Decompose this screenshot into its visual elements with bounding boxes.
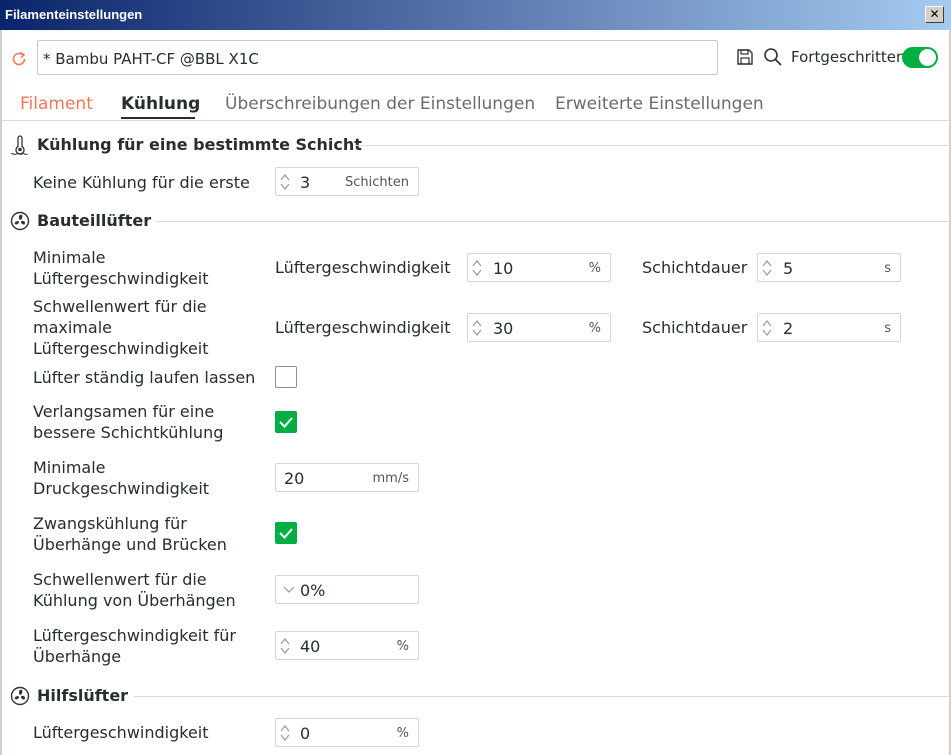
max-fan-layer-time-value: 2	[783, 319, 794, 338]
max-fan-speed-unit: %	[588, 321, 601, 336]
section-title-aux-fan: Hilfslüfter	[37, 686, 129, 705]
overhang-threshold-label: Schwellenwert für die Kühlung von Überhä…	[33, 570, 236, 610]
max-fan-layer-time-label: Schichtdauer	[642, 318, 748, 337]
spin-arrows-icon[interactable]	[761, 318, 773, 338]
max-fan-speed-label: Lüftergeschwindigkeit	[275, 318, 451, 337]
overhang-fan-input[interactable]: 40 %	[275, 631, 419, 660]
toggle-knob	[919, 49, 936, 66]
chevron-down-icon[interactable]	[283, 586, 295, 594]
max-fan-label: Schwellenwert für die maximale Lüfterges…	[33, 297, 209, 358]
aux-fan-label: Lüftergeschwindigkeit	[33, 723, 209, 742]
min-fan-speed-value: 10	[493, 259, 514, 278]
min-fan-layer-time-input[interactable]: 5 s	[757, 253, 901, 282]
min-fan-speed-label: Lüftergeschwindigkeit	[275, 258, 451, 277]
tab-advanced[interactable]: Erweiterte Einstellungen	[555, 94, 764, 114]
refresh-icon[interactable]	[9, 49, 29, 69]
min-speed-label: Minimale Druckgeschwindigkeit	[33, 458, 210, 498]
window-title: Filamenteinstellungen	[5, 7, 143, 22]
overhang-cooling-checkbox[interactable]	[275, 522, 297, 544]
save-icon[interactable]	[736, 48, 754, 66]
spin-arrows-icon[interactable]	[279, 723, 291, 743]
max-fan-speed-value: 30	[493, 319, 514, 338]
fan-icon	[10, 211, 30, 231]
min-speed-input[interactable]: 20 mm/s	[275, 463, 419, 492]
min-speed-unit: mm/s	[372, 471, 409, 486]
section-divider	[134, 696, 949, 697]
no-cooling-layers-input[interactable]: 3 Schichten	[275, 167, 419, 196]
preset-name: * Bambu PAHT-CF @BBL X1C	[43, 50, 259, 68]
tab-cooling[interactable]: Kühlung	[121, 94, 200, 114]
spin-arrows-icon[interactable]	[471, 318, 483, 338]
min-fan-speed-input[interactable]: 10 %	[467, 253, 611, 282]
advanced-label: Fortgeschritten	[791, 48, 906, 66]
section-title-part-fan: Bauteillüfter	[37, 211, 152, 230]
active-tab-indicator	[121, 117, 195, 119]
always-on-checkbox[interactable]	[275, 366, 297, 388]
max-fan-speed-input[interactable]: 30 %	[467, 313, 611, 342]
advanced-toggle[interactable]	[902, 47, 938, 68]
search-icon[interactable]	[763, 47, 783, 67]
overhang-threshold-dropdown[interactable]: 0%	[275, 575, 419, 604]
no-cooling-label: Keine Kühlung für die erste	[33, 173, 250, 192]
overhang-threshold-value: 0%	[300, 581, 326, 600]
max-fan-layer-time-input[interactable]: 2 s	[757, 313, 901, 342]
aux-fan-unit: %	[396, 726, 409, 741]
overhang-fan-label: Lüftergeschwindigkeit für Überhänge	[33, 626, 236, 666]
section-divider	[354, 145, 949, 146]
tab-setting-overrides[interactable]: Überschreibungen der Einstellungen	[225, 94, 535, 114]
min-fan-label: Minimale Lüftergeschwindigkeit	[33, 248, 209, 288]
temperature-icon	[10, 135, 28, 155]
title-bar: Filamenteinstellungen ✕	[0, 0, 951, 30]
overhang-fan-value: 40	[300, 637, 321, 656]
no-cooling-unit: Schichten	[345, 175, 409, 190]
overhang-fan-unit: %	[396, 639, 409, 654]
checkmark-icon	[279, 417, 293, 428]
overhang-cooling-label: Zwangskühlung für Überhänge und Brücken	[33, 514, 227, 554]
tabs-divider	[2, 120, 949, 121]
fan-icon	[10, 686, 30, 706]
max-fan-layer-time-unit: s	[884, 321, 891, 336]
preset-selector[interactable]: * Bambu PAHT-CF @BBL X1C	[37, 40, 718, 75]
min-fan-layer-time-label: Schichtdauer	[642, 258, 748, 277]
min-fan-speed-unit: %	[588, 261, 601, 276]
checkmark-icon	[279, 528, 293, 539]
spin-arrows-icon[interactable]	[279, 636, 291, 656]
aux-fan-value: 0	[300, 724, 311, 743]
close-button[interactable]: ✕	[925, 6, 944, 23]
section-title-layer-cooling: Kühlung für eine bestimmte Schicht	[37, 135, 362, 154]
window-border-left	[0, 30, 2, 755]
spin-arrows-icon[interactable]	[279, 172, 291, 192]
spin-arrows-icon[interactable]	[761, 258, 773, 278]
always-on-label: Lüfter ständig laufen lassen	[33, 368, 256, 387]
no-cooling-value: 3	[300, 173, 311, 192]
spin-arrows-icon[interactable]	[471, 258, 483, 278]
min-fan-layer-time-unit: s	[884, 261, 891, 276]
min-speed-value: 20	[284, 469, 305, 488]
min-fan-layer-time-value: 5	[783, 259, 794, 278]
aux-fan-input[interactable]: 0 %	[275, 718, 419, 747]
slow-down-label: Verlangsamen für eine bessere Schichtküh…	[33, 402, 224, 442]
section-divider	[155, 221, 949, 222]
tab-filament[interactable]: Filament	[20, 94, 93, 114]
slow-down-checkbox[interactable]	[275, 411, 297, 433]
